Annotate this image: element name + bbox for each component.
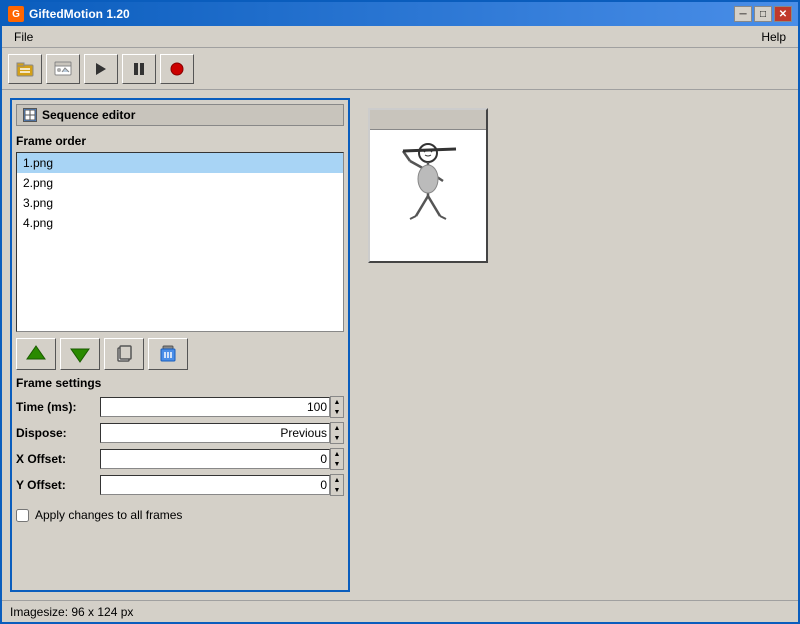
x-offset-spinner: ▲ ▼ xyxy=(330,448,344,470)
title-bar-left: G GiftedMotion 1.20 xyxy=(8,6,130,22)
up-arrow-icon xyxy=(25,343,47,365)
frame-list[interactable]: 1.png 2.png 3.png 4.png xyxy=(16,152,344,332)
list-item[interactable]: 2.png xyxy=(17,173,343,193)
dispose-label: Dispose: xyxy=(16,426,96,440)
dispose-spinner: ▲ ▼ xyxy=(330,422,344,444)
down-arrow-icon xyxy=(69,343,91,365)
menu-bar: File Help xyxy=(2,26,798,48)
panel-title-icon xyxy=(23,108,37,122)
copy-button[interactable] xyxy=(104,338,144,370)
y-offset-input[interactable] xyxy=(100,475,330,495)
preview-frame xyxy=(368,108,488,263)
window-title: GiftedMotion 1.20 xyxy=(29,7,130,21)
image-button[interactable] xyxy=(46,54,80,84)
settings-grid: Time (ms): ▲ ▼ Dispose: ▲ ▼ xyxy=(16,396,344,496)
maximize-button[interactable]: □ xyxy=(754,6,772,22)
y-offset-label: Y Offset: xyxy=(16,478,96,492)
x-offset-label: X Offset: xyxy=(16,452,96,466)
image-icon xyxy=(53,59,73,79)
record-icon xyxy=(169,61,185,77)
open-button[interactable] xyxy=(8,54,42,84)
record-button[interactable] xyxy=(160,54,194,84)
close-button[interactable]: ✕ xyxy=(774,6,792,22)
list-item[interactable]: 1.png xyxy=(17,153,343,173)
apply-label[interactable]: Apply changes to all frames xyxy=(35,508,182,522)
y-offset-spin-down[interactable]: ▼ xyxy=(331,485,343,495)
delete-button[interactable] xyxy=(148,338,188,370)
minimize-button[interactable]: ─ xyxy=(734,6,752,22)
dispose-spin-down[interactable]: ▼ xyxy=(331,433,343,443)
time-label: Time (ms): xyxy=(16,400,96,414)
dispose-input[interactable] xyxy=(100,423,330,443)
list-item[interactable]: 3.png xyxy=(17,193,343,213)
menu-file[interactable]: File xyxy=(6,28,41,46)
time-spin-up[interactable]: ▲ xyxy=(331,397,343,407)
open-icon xyxy=(15,59,35,79)
action-buttons xyxy=(16,338,344,370)
preview-body xyxy=(370,130,486,261)
delete-icon xyxy=(158,344,178,364)
move-up-button[interactable] xyxy=(16,338,56,370)
copy-icon xyxy=(114,344,134,364)
stick-figure xyxy=(388,141,468,251)
play-icon xyxy=(93,61,109,77)
status-text: Imagesize: 96 x 124 px xyxy=(10,605,133,619)
apply-checkbox[interactable] xyxy=(16,509,29,522)
x-offset-input[interactable] xyxy=(100,449,330,469)
frame-order-label: Frame order xyxy=(16,134,344,148)
title-bar: G GiftedMotion 1.20 ─ □ ✕ xyxy=(2,2,798,26)
x-offset-spin-down[interactable]: ▼ xyxy=(331,459,343,469)
pause-button[interactable] xyxy=(122,54,156,84)
main-window: G GiftedMotion 1.20 ─ □ ✕ File Help xyxy=(0,0,800,624)
toolbar xyxy=(2,48,798,90)
dispose-input-wrap: ▲ ▼ xyxy=(100,422,344,444)
sequence-icon xyxy=(24,109,36,121)
dispose-spin-up[interactable]: ▲ xyxy=(331,423,343,433)
title-buttons: ─ □ ✕ xyxy=(734,6,792,22)
panel-title: Sequence editor xyxy=(16,104,344,126)
time-spinner: ▲ ▼ xyxy=(330,396,344,418)
y-offset-input-wrap: ▲ ▼ xyxy=(100,474,344,496)
x-offset-input-wrap: ▲ ▼ xyxy=(100,448,344,470)
pause-icon xyxy=(131,61,147,77)
play-button[interactable] xyxy=(84,54,118,84)
panel-title-text: Sequence editor xyxy=(42,108,135,122)
main-content: Sequence editor Frame order 1.png 2.png … xyxy=(2,90,798,600)
menu-help[interactable]: Help xyxy=(753,28,794,46)
preview-header xyxy=(370,110,486,130)
y-offset-spin-up[interactable]: ▲ xyxy=(331,475,343,485)
time-input-wrap: ▲ ▼ xyxy=(100,396,344,418)
y-offset-spinner: ▲ ▼ xyxy=(330,474,344,496)
left-panel: Sequence editor Frame order 1.png 2.png … xyxy=(10,98,350,592)
right-panel xyxy=(358,98,790,592)
move-down-button[interactable] xyxy=(60,338,100,370)
apply-checkbox-row: Apply changes to all frames xyxy=(16,508,344,522)
status-bar: Imagesize: 96 x 124 px xyxy=(2,600,798,622)
time-input[interactable] xyxy=(100,397,330,417)
app-icon: G xyxy=(8,6,24,22)
time-spin-down[interactable]: ▼ xyxy=(331,407,343,417)
list-item[interactable]: 4.png xyxy=(17,213,343,233)
x-offset-spin-up[interactable]: ▲ xyxy=(331,449,343,459)
frame-settings-title: Frame settings xyxy=(16,376,344,390)
